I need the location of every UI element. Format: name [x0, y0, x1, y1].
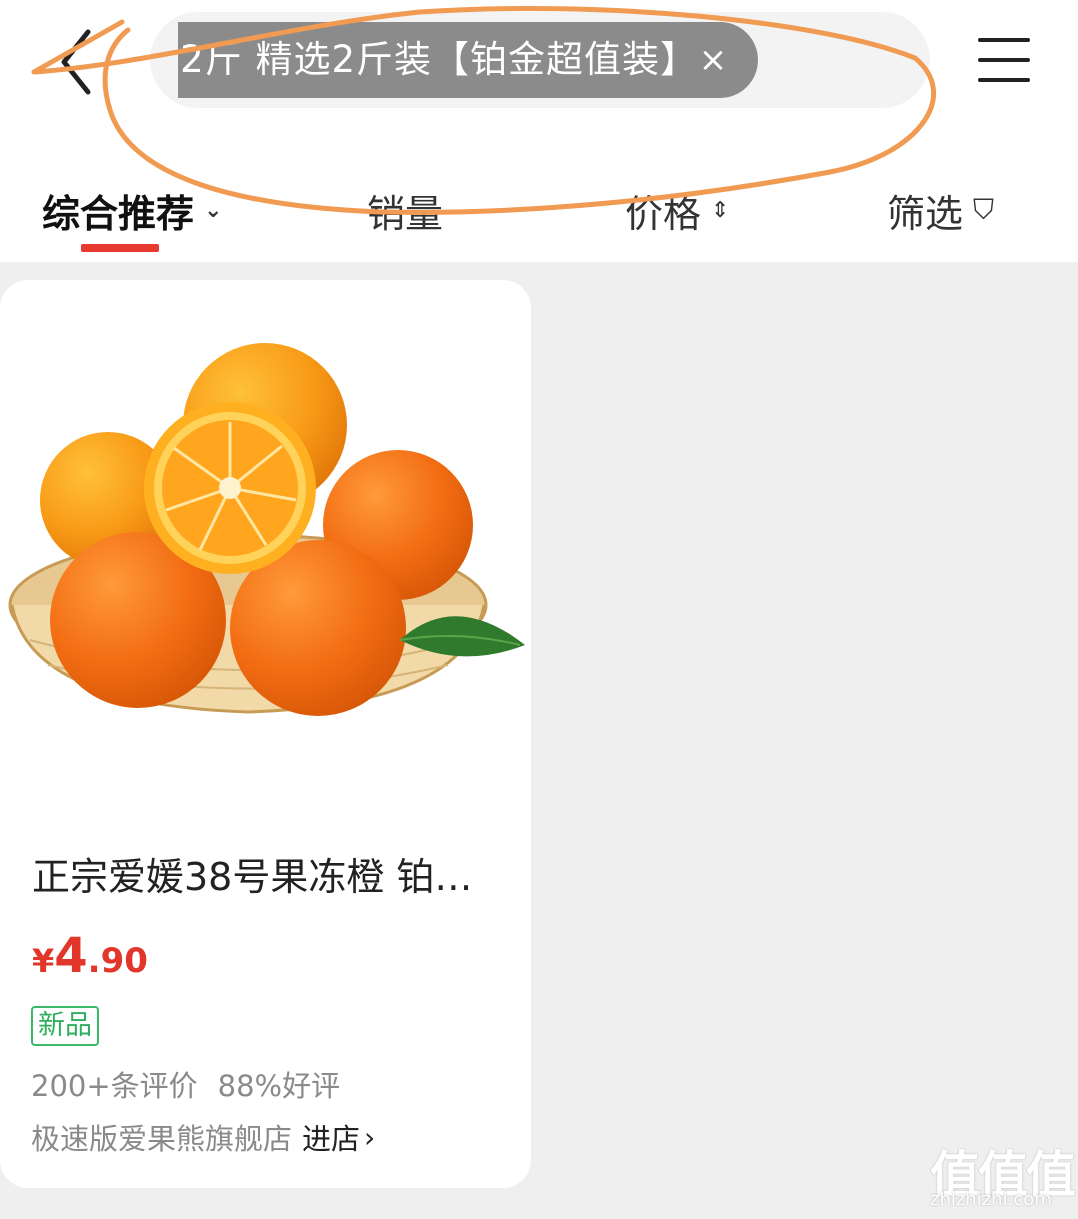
positive-rating: 88%好评 [217, 1069, 341, 1103]
chevron-down-icon: ⌄ [204, 197, 223, 223]
product-price: ¥4.90 [32, 928, 148, 984]
menu-icon[interactable] [978, 34, 1034, 84]
watermark-url: zhizhizhi.com [930, 1189, 1052, 1210]
back-arrow-icon [61, 29, 91, 95]
review-stats: 200+条评价 88%好评 [31, 1063, 340, 1105]
search-query-chip[interactable]: 2斤 精选2斤装【铂金超值装】 × [178, 22, 758, 98]
sort-arrows-icon: ⇕ [711, 197, 730, 223]
product-image-oranges [8, 343, 525, 716]
search-box[interactable]: 2斤 精选2斤装【铂金超值装】 × [150, 12, 930, 108]
filter-icon: ⛉ [973, 193, 995, 226]
tab-label: 筛选 [887, 191, 964, 236]
tab-recommended[interactable]: 综合推荐 ⌄ [42, 185, 223, 236]
back-button[interactable] [40, 22, 110, 102]
product-title[interactable]: 正宗爱媛38号果冻橙 铂… [32, 846, 482, 901]
search-query-text: 2斤 精选2斤装【铂金超值装】 [180, 38, 698, 81]
chevron-right-icon: › [364, 1120, 376, 1154]
tab-sales[interactable]: 销量 [367, 185, 444, 236]
enter-shop-link[interactable]: 进店 [302, 1116, 360, 1158]
price-currency: ¥ [32, 942, 55, 980]
new-product-badge: 新品 [31, 1006, 99, 1046]
shop-name: 极速版爱果熊旗舰店 [31, 1122, 293, 1156]
tab-filter[interactable]: 筛选 ⛉ [887, 185, 995, 236]
site-watermark: 值值值 zhizhizhi.com [926, 1135, 1076, 1217]
top-bar: 2斤 精选2斤装【铂金超值装】 × 综合推荐 ⌄ 销量 价格 ⇕ 筛选 ⛉ [0, 0, 1078, 262]
price-integer: 4 [54, 928, 88, 984]
price-decimal: .90 [87, 941, 148, 981]
tab-label: 综合推荐 [42, 191, 195, 236]
active-tab-indicator [81, 244, 159, 252]
tab-price[interactable]: 价格 ⇕ [625, 185, 730, 236]
sort-tabs: 综合推荐 ⌄ 销量 价格 ⇕ 筛选 ⛉ [0, 165, 1078, 255]
review-count: 200+条评价 [31, 1069, 198, 1103]
clear-search-icon[interactable]: × [698, 22, 728, 98]
shop-row: 极速版爱果熊旗舰店 进店 › [31, 1116, 375, 1158]
product-card[interactable]: 正宗爱媛38号果冻橙 铂… ¥4.90 新品 200+条评价 88%好评 极速版爱… [0, 280, 531, 1188]
tab-label: 销量 [367, 191, 444, 236]
tab-label: 价格 [625, 191, 702, 236]
